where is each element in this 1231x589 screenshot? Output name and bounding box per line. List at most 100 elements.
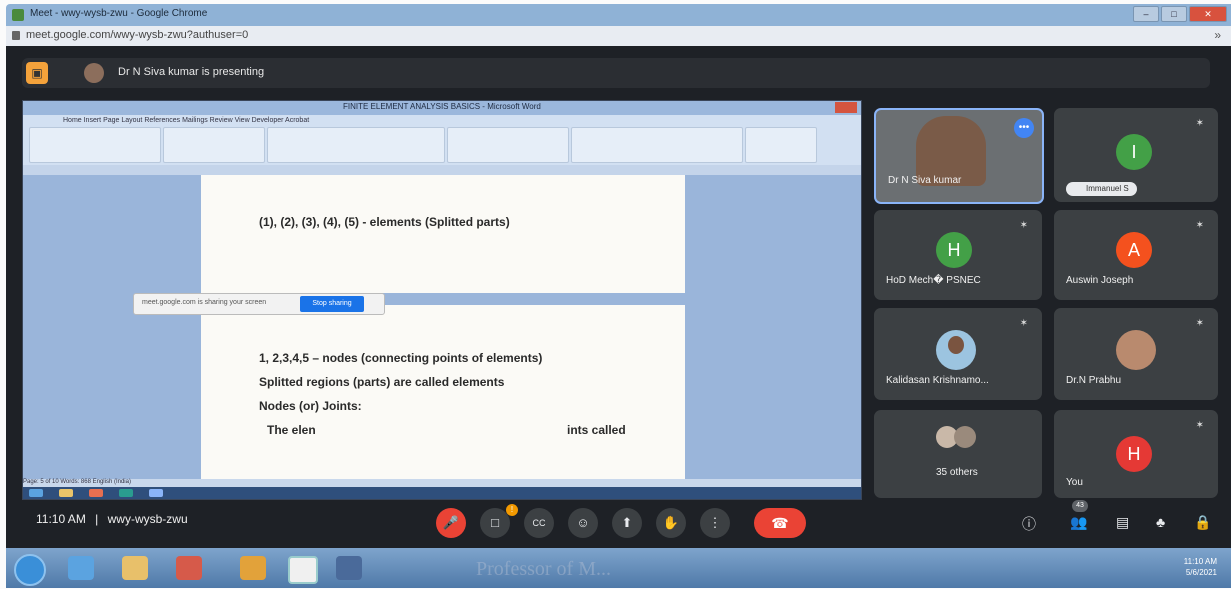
chat-icon[interactable]: ▤ (1116, 514, 1129, 531)
meeting-code: wwy-wysb-zwu (107, 512, 188, 526)
participant-tile[interactable]: 35 others (874, 410, 1042, 498)
doc-line: The elen (267, 423, 316, 437)
tray-date: 5/6/2021 (1185, 568, 1217, 577)
start-button[interactable] (14, 554, 46, 586)
host-controls-icon[interactable]: 🔒 (1194, 514, 1211, 531)
doc-line: ints called (567, 423, 626, 437)
meeting-time: 11:10 AM (36, 512, 86, 526)
chrome-active-icon[interactable] (288, 556, 318, 584)
participant-name: You (1066, 477, 1083, 488)
doc-page: (1), (2), (3), (4), (5) - elements (Spli… (201, 175, 685, 293)
ribbon-group (745, 127, 817, 163)
meet-window: ▣ Dr N Siva kumar is presenting FINITE E… (6, 46, 1231, 548)
participant-avatar: A (1116, 232, 1152, 268)
doc-line: 1, 2,3,4,5 – nodes (connecting points of… (259, 351, 543, 365)
participant-name: Kalidasan Krishnamo... (886, 375, 989, 386)
end-call-button[interactable]: ☎ (754, 508, 806, 538)
ie-icon[interactable] (68, 556, 94, 580)
watermark-text: Professor of M... (476, 558, 611, 580)
stop-sharing-button[interactable]: Stop sharing (300, 296, 364, 312)
browser-menu-icon[interactable]: » (1214, 28, 1221, 42)
mic-off-icon: ✶ (1195, 118, 1204, 129)
chrome-icon (89, 489, 103, 497)
system-tray: 11:10 AM 5/6/2021 (1184, 556, 1217, 578)
doc-line: (1), (2), (3), (4), (5) - elements (Spli… (259, 215, 510, 229)
participant-tile[interactable]: ✶ H You (1054, 410, 1218, 498)
presenting-text: Dr N Siva kumar is presenting (118, 66, 265, 78)
word-ruler (23, 165, 861, 175)
mic-off-icon: ✶ (1019, 318, 1028, 329)
tray-clock: 11:10 AM (1183, 557, 1217, 566)
participant-tile[interactable]: ✶ H HoD Mech� PSNEC (874, 210, 1042, 300)
mic-off-icon: ✶ (1195, 420, 1204, 431)
meeting-controls: 11:10 AM | wwy-wysb-zwu 🎤 □ ! CC ☺ ⬆ ✋ ⋮… (6, 498, 1231, 548)
word-title-bar: FINITE ELEMENT ANALYSIS BASICS - Microso… (23, 101, 861, 115)
participant-tile[interactable]: ••• Dr N Siva kumar (874, 108, 1044, 204)
warning-badge-icon: ! (506, 504, 518, 516)
name-chip: Immanuel S (1066, 182, 1137, 196)
doc-line: Nodes (or) Joints: (259, 399, 362, 413)
ribbon-group (447, 127, 569, 163)
participant-name: Dr N Siva kumar (888, 175, 962, 186)
ribbon-group (29, 127, 161, 163)
doc-line: Splitted regions (parts) are called elem… (259, 375, 505, 389)
activities-icon[interactable]: ♣ (1156, 514, 1165, 530)
close-button[interactable]: ✕ (1189, 6, 1227, 22)
doc-page: 1, 2,3,4,5 – nodes (connecting points of… (201, 305, 685, 479)
participant-avatar: I (1116, 134, 1152, 170)
camera-off-icon[interactable]: ▣ (26, 62, 48, 84)
participant-tile[interactable]: ✶ I Immanuel S (1054, 108, 1218, 202)
chrome-icon[interactable] (240, 556, 266, 580)
start-icon (29, 489, 43, 497)
meeting-info-separator: | (95, 512, 99, 526)
ribbon-group (267, 127, 445, 163)
participant-name: Dr.N Prabhu (1066, 375, 1122, 386)
emoji-button[interactable]: ☺ (568, 508, 598, 538)
document-area: (1), (2), (3), (4), (5) - elements (Spli… (23, 175, 861, 479)
participant-tile[interactable]: ✶ Kalidasan Krishnamo... (874, 308, 1042, 400)
word-ribbon: Home Insert Page Layout References Maili… (23, 115, 861, 166)
participant-tile[interactable]: ✶ Dr.N Prabhu (1054, 308, 1218, 400)
info-icon[interactable]: ⓘ (1022, 514, 1036, 534)
browser-title-bar: Meet - wwy-wysb-zwu - Google Chrome – □ … (6, 4, 1231, 26)
address-bar[interactable]: meet.google.com/wwy-wysb-zwu?authuser=0 … (6, 26, 1231, 46)
window-controls: – □ ✕ (1133, 6, 1227, 22)
participant-name: 35 others (936, 467, 978, 478)
share-notification: meet.google.com is sharing your screen S… (133, 293, 385, 315)
camera-button[interactable]: □ (480, 508, 510, 538)
word-close-icon (835, 102, 857, 113)
word-icon (149, 489, 163, 497)
word-doc-title: FINITE ELEMENT ANALYSIS BASICS - Microso… (343, 102, 541, 111)
os-taskbar: Professor of M... 11:10 AM 5/6/2021 (6, 548, 1231, 588)
participant-avatar: H (1116, 436, 1152, 472)
app-icon (119, 489, 133, 497)
ribbon-group (163, 127, 265, 163)
present-button[interactable]: ⬆ (612, 508, 642, 538)
ribbon-group (571, 127, 743, 163)
people-count-badge: 43 (1072, 500, 1088, 512)
url-text[interactable]: meet.google.com/wwy-wysb-zwu?authuser=0 (26, 29, 248, 41)
participant-tile[interactable]: ✶ A Auswin Joseph (1054, 210, 1218, 300)
presenting-banner: ▣ Dr N Siva kumar is presenting (22, 58, 1210, 88)
explorer-icon[interactable] (122, 556, 148, 580)
participant-name: HoD Mech� PSNEC (886, 275, 981, 286)
participant-avatar: H (936, 232, 972, 268)
meet-favicon-icon (12, 9, 24, 21)
people-icon[interactable]: 👥 (1070, 514, 1087, 531)
folder-icon (59, 489, 73, 497)
lock-icon (12, 31, 20, 40)
word-taskbar-icon[interactable] (336, 556, 362, 580)
more-options-icon[interactable]: ••• (1014, 118, 1034, 138)
mic-off-button[interactable]: 🎤 (436, 508, 466, 538)
captions-button[interactable]: CC (524, 508, 554, 538)
mic-off-icon: ✶ (1019, 220, 1028, 231)
more-options-button[interactable]: ⋮ (700, 508, 730, 538)
window-title: Meet - wwy-wysb-zwu - Google Chrome (30, 8, 208, 19)
minimize-button[interactable]: – (1133, 6, 1159, 22)
participant-name: Auswin Joseph (1066, 275, 1134, 286)
word-status-bar: Page: 5 of 10 Words: 868 English (India) (23, 479, 861, 487)
raise-hand-button[interactable]: ✋ (656, 508, 686, 538)
maximize-button[interactable]: □ (1161, 6, 1187, 22)
media-icon[interactable] (176, 556, 202, 580)
group-avatar (954, 426, 976, 448)
